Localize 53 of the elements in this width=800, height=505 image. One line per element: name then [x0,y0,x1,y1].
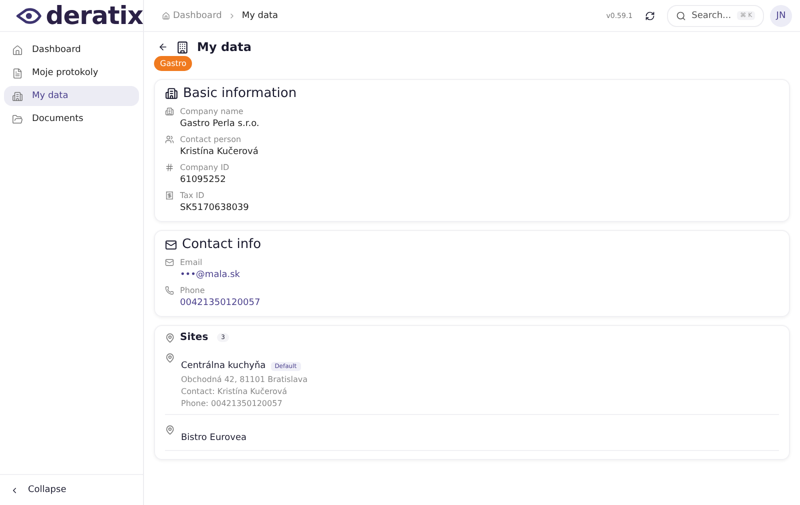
refresh-icon[interactable] [644,10,655,20]
users-icon [165,135,174,144]
site-name: Bistro Eurovea [181,433,247,443]
mail-icon [165,238,177,250]
back-arrow-icon[interactable] [158,42,168,52]
building-icon [165,107,174,116]
field-label: Email [180,258,204,267]
card-title: Sites [180,332,208,343]
sidebar-item[interactable]: My data [4,86,139,106]
sidebar-item[interactable]: Documents [4,109,139,129]
collapse-button[interactable]: Collapse [0,474,143,505]
field-value: Gastro Perla s.r.o. [180,119,260,129]
map-pin-icon [165,353,175,363]
field-value[interactable]: •••@mala.sk [180,270,240,280]
field-value: SK5170638039 [180,203,249,213]
field-value: 61095252 [180,175,227,185]
category-tag: Gastro [154,56,192,71]
field-label: Phone [180,286,206,295]
breadcrumb-link[interactable]: Dashboard [162,10,222,20]
map-pin-icon [165,332,175,342]
chevron-left-icon [10,486,19,494]
file-icon [12,68,23,78]
site-address: Obchodná 42, 81101 Bratislava [181,375,308,384]
field-label: Company name [180,107,244,116]
map-pin-icon [165,425,175,435]
mail-icon [165,258,174,267]
hash-icon [165,163,174,172]
receipt-icon [165,191,174,200]
logo-text: deratix [46,3,143,28]
building-icon [176,40,189,54]
building-icon [165,87,178,100]
phone-icon [165,286,174,295]
sidebar-item[interactable]: Dashboard [4,40,139,60]
site-contact: Contact: Kristína Kučerová [181,387,288,396]
field-value: Kristína Kučerová [180,147,258,157]
card-title: Basic information [183,86,297,101]
site-phone: Phone: 00421350120057 [181,399,284,408]
card-title: Contact info [182,237,262,252]
field-label: Company ID [180,163,230,172]
field-value[interactable]: 00421350120057 [180,298,260,308]
site-name: Centrálna kuchyňa [181,361,266,371]
field-label: Tax ID [180,191,206,200]
breadcrumb-link[interactable]: My data [242,10,278,20]
search-icon [676,10,686,20]
user-avatar[interactable]: JN [770,4,792,26]
home-icon [12,44,23,56]
sidebar-item[interactable]: Moje protokoly [4,63,139,83]
folder-icon [12,114,23,124]
field-label: Contact person [180,135,242,144]
page-title: My data [197,40,252,54]
eye-logo-icon [16,6,42,24]
building-icon [12,90,23,102]
home-icon [162,12,170,20]
